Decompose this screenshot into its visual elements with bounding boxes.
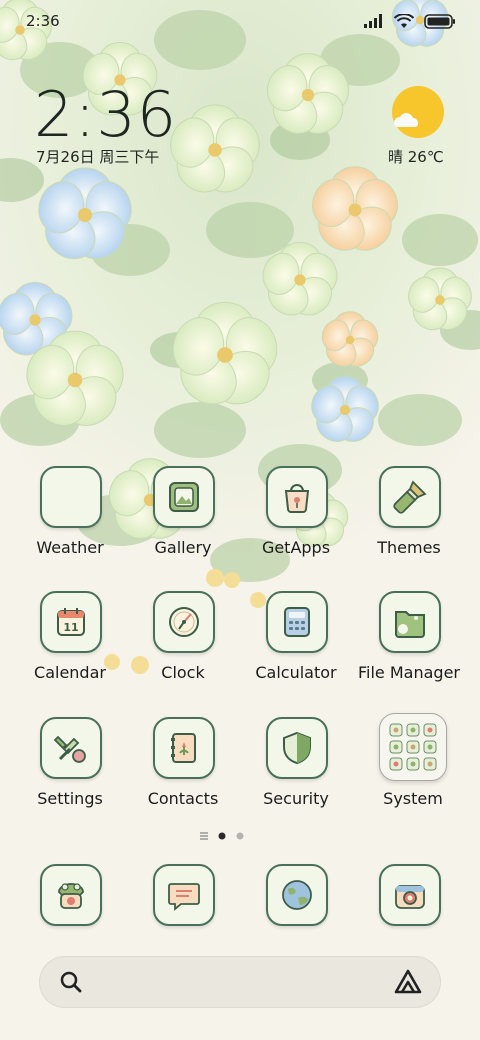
app-settings[interactable]: Settings <box>14 717 126 827</box>
folder-system[interactable]: System <box>353 713 465 827</box>
pages-list-icon <box>200 832 208 840</box>
gallery-icon <box>169 482 199 512</box>
app-label: GetApps <box>261 538 331 557</box>
app-label: Themes <box>377 538 441 557</box>
app-label: Weather <box>36 538 104 557</box>
wifi-icon <box>394 13 414 28</box>
contacts-book-icon <box>171 733 196 763</box>
phone-icon <box>58 883 84 909</box>
dock-messages[interactable] <box>127 864 239 926</box>
page-indicator[interactable] <box>198 830 278 842</box>
app-weather[interactable]: Weather <box>14 466 126 576</box>
assistant-icon[interactable] <box>393 968 423 996</box>
clock-widget-time[interactable]: 2:36 <box>34 78 177 151</box>
app-label: Calculator <box>255 663 337 682</box>
app-label: Settings <box>37 789 103 808</box>
battery-icon <box>424 13 455 29</box>
app-security[interactable]: Security <box>240 717 352 827</box>
app-themes[interactable]: Themes <box>353 466 465 576</box>
paintbrush-icon <box>393 480 427 514</box>
wrench-icon <box>53 735 86 763</box>
app-label: Security <box>263 789 329 808</box>
dock-browser[interactable] <box>240 864 352 926</box>
browser-globe-icon <box>282 880 312 910</box>
weather-icon <box>40 466 102 528</box>
sun-cloud-icon[interactable] <box>390 84 446 140</box>
app-clock[interactable]: Clock <box>127 591 239 701</box>
getapps-bag-icon <box>284 484 310 513</box>
weather-widget-text[interactable]: 晴 26℃ <box>388 146 444 167</box>
clock-widget-date[interactable]: 7月26日 周三下午 <box>36 146 159 167</box>
folder-icon <box>395 611 425 638</box>
folder-grid-icon <box>379 713 447 781</box>
app-label: File Manager <box>358 663 460 682</box>
app-contacts[interactable]: Contacts <box>127 717 239 827</box>
shield-icon <box>283 731 311 765</box>
app-gallery[interactable]: Gallery <box>127 466 239 576</box>
search-icon[interactable] <box>59 970 83 994</box>
page-dot <box>236 832 244 840</box>
calculator-icon <box>284 607 310 637</box>
signal-icon <box>364 14 382 28</box>
calendar-icon: 11 <box>57 608 85 636</box>
folder-preview-grid <box>389 723 437 771</box>
status-bar: 2:36 <box>0 0 480 42</box>
app-getapps[interactable]: GetApps <box>240 466 352 576</box>
page-dot-active <box>218 832 226 840</box>
app-calendar[interactable]: 11 Calendar <box>14 591 126 701</box>
search-bar[interactable] <box>39 956 441 1008</box>
app-label: Calendar <box>34 663 106 682</box>
status-icons <box>364 12 456 30</box>
app-label: Contacts <box>147 789 219 808</box>
app-calculator[interactable]: Calculator <box>240 591 352 701</box>
clock-icon <box>169 607 199 637</box>
dock-camera[interactable] <box>353 864 465 926</box>
calendar-day-badge: 11 <box>63 621 78 634</box>
app-label: Clock <box>161 663 205 682</box>
status-time: 2:36 <box>26 12 60 30</box>
camera-icon <box>395 885 425 909</box>
messages-icon <box>168 883 200 911</box>
app-label: Gallery <box>154 538 212 557</box>
app-label: System <box>383 789 443 808</box>
app-file-manager[interactable]: File Manager <box>353 591 465 701</box>
dock-phone[interactable] <box>14 864 126 926</box>
